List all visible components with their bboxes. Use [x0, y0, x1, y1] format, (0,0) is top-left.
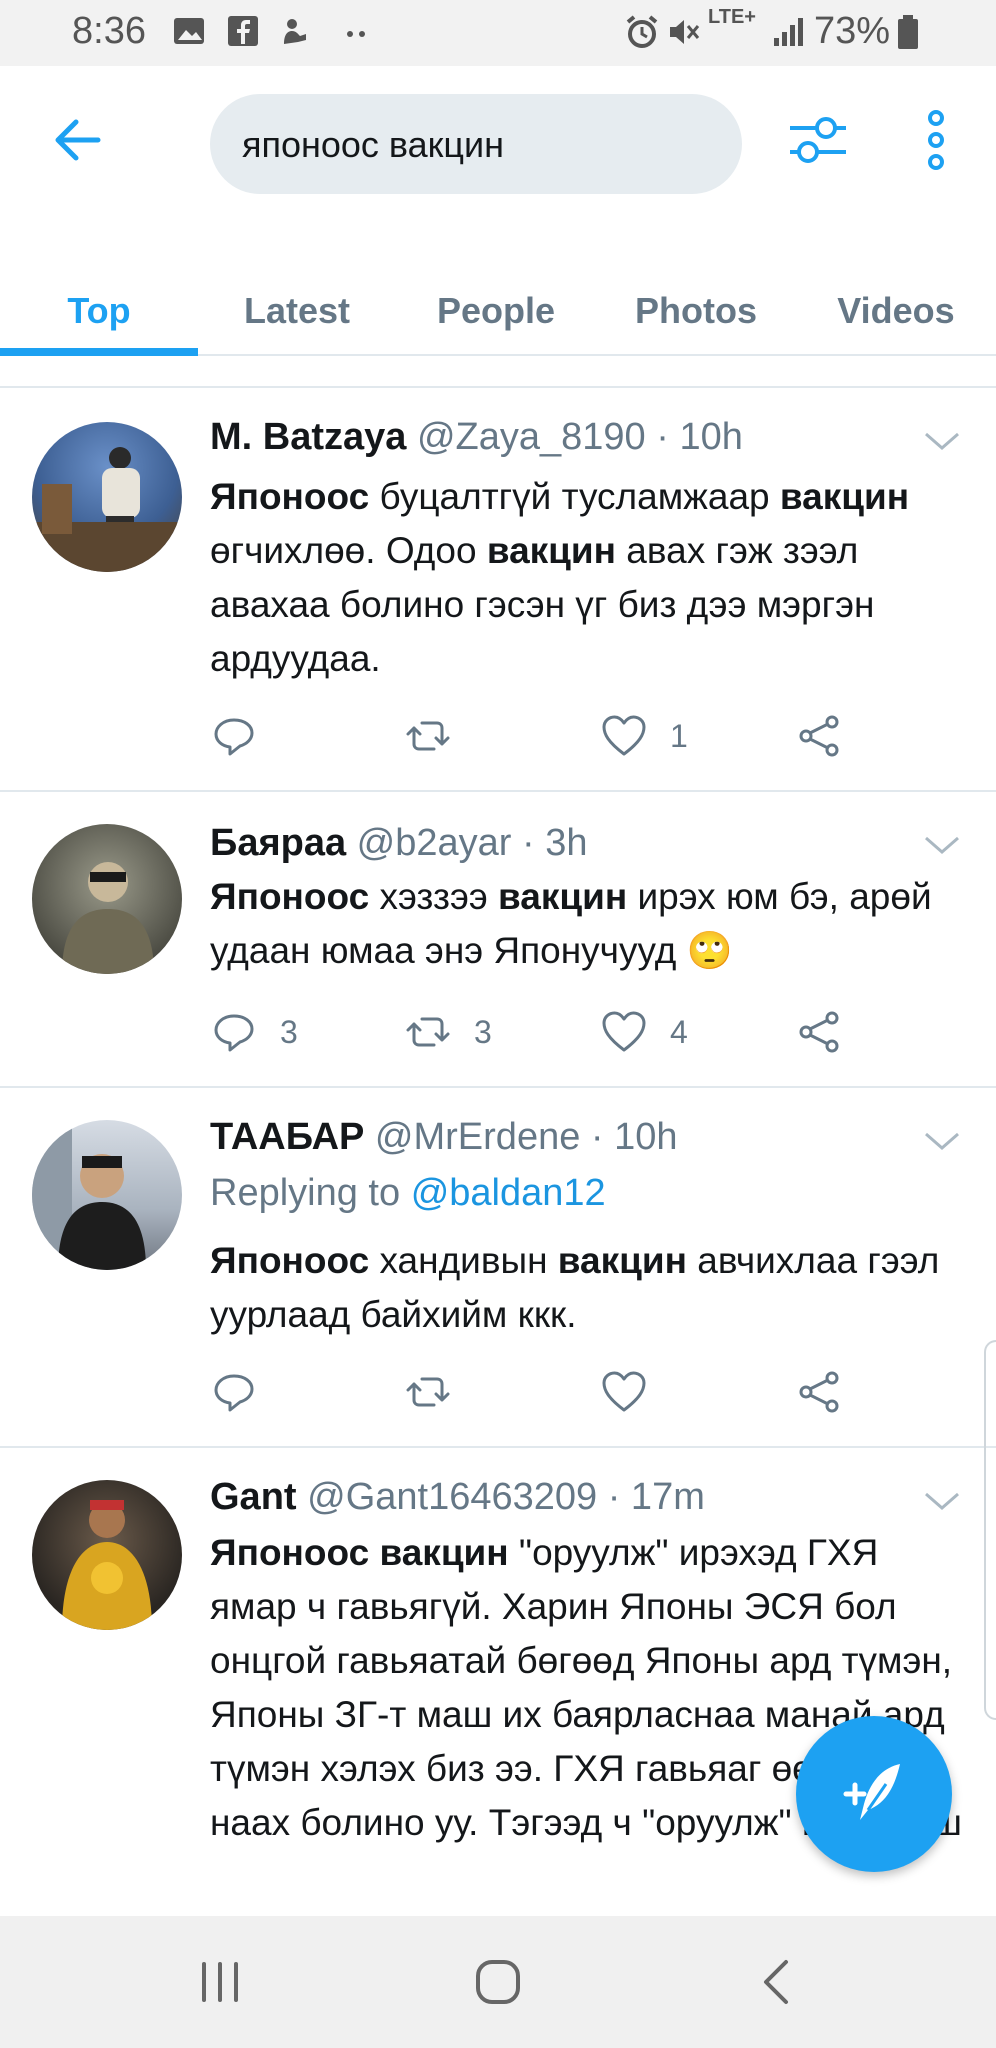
- recent-apps-icon[interactable]: [190, 1952, 250, 2012]
- tweet-actions: 3 3 4: [210, 1002, 860, 1062]
- scrollbar[interactable]: [984, 1340, 996, 1720]
- tab-people[interactable]: People: [396, 266, 596, 356]
- retweet-button[interactable]: [404, 1362, 474, 1422]
- facebook-icon: [228, 16, 258, 46]
- reply-button[interactable]: 3: [210, 1002, 298, 1062]
- tweet-header: M. Batzaya @Zaya_8190 · 10h: [210, 416, 743, 459]
- more-dots-icon: [347, 31, 365, 37]
- like-button[interactable]: 4: [600, 1002, 688, 1062]
- tab-top[interactable]: Top: [0, 266, 198, 356]
- tweet-header: Gant @Gant16463209 · 17m: [210, 1476, 705, 1519]
- like-button[interactable]: [600, 1362, 670, 1422]
- chevron-down-icon[interactable]: [920, 830, 964, 860]
- avatar[interactable]: [32, 1120, 182, 1270]
- author-name[interactable]: Gant: [210, 1476, 297, 1518]
- tweet[interactable]: M. Batzaya @Zaya_8190 · 10h Японоос буца…: [0, 388, 996, 792]
- retweet-button[interactable]: [404, 706, 474, 766]
- chevron-down-icon[interactable]: [920, 426, 964, 456]
- avatar[interactable]: [32, 1480, 182, 1630]
- tweet-time: · 10h: [590, 1116, 678, 1158]
- search-query-text: японоос вакцин: [242, 124, 505, 165]
- tweet-header: ТААБАР @MrErdene · 10h: [210, 1116, 678, 1159]
- tab-photos[interactable]: Photos: [596, 266, 796, 356]
- chevron-down-icon[interactable]: [920, 1486, 964, 1516]
- compose-feather-icon: [843, 1764, 900, 1820]
- author-handle[interactable]: @MrErdene: [375, 1116, 580, 1158]
- tweet-text: Японоос буцалтгүй тусламжаар вакцин өгчи…: [210, 476, 910, 679]
- mute-icon: [670, 20, 700, 44]
- battery-percent: 73%: [814, 10, 891, 52]
- tweet-text: Японоос хэззээ вакцин ирэх юм бэ, арөй у…: [210, 876, 932, 971]
- tweet[interactable]: Баяраа @b2ayar · 3h Японоос хэззээ вакци…: [0, 792, 996, 1088]
- author-name[interactable]: M. Batzaya: [210, 416, 406, 458]
- chevron-down-icon[interactable]: [920, 1126, 964, 1156]
- share-button[interactable]: [796, 1362, 844, 1422]
- like-count: 4: [670, 1013, 688, 1050]
- share-button[interactable]: [796, 706, 844, 766]
- avatar[interactable]: [32, 422, 182, 572]
- reply-button[interactable]: [210, 706, 280, 766]
- more-options-icon[interactable]: [918, 108, 954, 172]
- back-arrow-icon[interactable]: [48, 110, 108, 170]
- heart-icon: [602, 715, 646, 756]
- app-notification-icon: [284, 19, 306, 44]
- system-nav-bar: [0, 1916, 996, 2048]
- search-tabs: Top Latest People Photos Videos: [0, 266, 996, 356]
- retweet-button[interactable]: 3: [404, 1002, 492, 1062]
- replying-to-label: Replying to: [210, 1172, 401, 1214]
- share-button[interactable]: [796, 1002, 844, 1062]
- like-count: 1: [670, 717, 688, 754]
- tweet-time: · 17m: [607, 1476, 705, 1518]
- reply-button[interactable]: [210, 1362, 280, 1422]
- author-name[interactable]: ТААБАР: [210, 1116, 364, 1158]
- replying-to: Replying to @baldan12: [210, 1172, 606, 1215]
- battery-icon: [898, 15, 918, 49]
- reply-icon: [214, 1014, 254, 1052]
- share-icon: [799, 1371, 839, 1413]
- tweet-actions: 1: [210, 706, 860, 766]
- search-filter-icon[interactable]: [786, 108, 850, 172]
- tweet-time: · 10h: [656, 416, 743, 458]
- like-button[interactable]: 1: [600, 706, 688, 766]
- share-icon: [799, 715, 839, 757]
- heart-icon: [602, 1371, 646, 1412]
- author-handle[interactable]: @Gant16463209: [307, 1476, 597, 1518]
- tab-videos[interactable]: Videos: [796, 266, 996, 356]
- reply-mention-link[interactable]: @baldan12: [411, 1172, 606, 1214]
- tweet-time: · 3h: [522, 822, 588, 864]
- author-handle[interactable]: @b2ayar: [357, 822, 512, 864]
- alarm-icon: [626, 15, 658, 48]
- reply-icon: [214, 1374, 254, 1412]
- tweet-actions: [210, 1362, 860, 1422]
- tweet-header: Баяраа @b2ayar · 3h: [210, 822, 587, 865]
- tweet-text: Японоос хандивын вакцин авчихлаа гээл уу…: [210, 1240, 940, 1335]
- retweet-count: 3: [474, 1013, 492, 1050]
- retweet-icon: [406, 1377, 450, 1407]
- home-icon[interactable]: [468, 1952, 528, 2012]
- status-bar: 8:36 LTE+ 73%: [0, 0, 996, 66]
- share-icon: [799, 1011, 839, 1053]
- network-type: LTE+: [708, 6, 756, 28]
- avatar[interactable]: [32, 824, 182, 974]
- image-icon: [174, 18, 204, 44]
- retweet-icon: [406, 1017, 450, 1047]
- signal-icon: [774, 18, 803, 46]
- author-handle[interactable]: @Zaya_8190: [417, 416, 646, 458]
- tab-latest[interactable]: Latest: [198, 266, 396, 356]
- retweet-icon: [406, 721, 450, 751]
- heart-icon: [602, 1011, 646, 1052]
- author-name[interactable]: Баяраа: [210, 822, 346, 864]
- status-time: 8:36: [72, 10, 146, 52]
- search-header: японоос вакцин Top Latest People Photos …: [0, 66, 996, 356]
- compose-tweet-button[interactable]: [796, 1716, 952, 1872]
- back-nav-icon[interactable]: [748, 1952, 808, 2012]
- reply-icon: [214, 718, 254, 756]
- tweet[interactable]: ТААБАР @MrErdene · 10h Replying to @bald…: [0, 1088, 996, 1448]
- reply-count: 3: [280, 1013, 298, 1050]
- active-tab-indicator: [0, 348, 198, 356]
- search-input[interactable]: японоос вакцин: [210, 94, 742, 194]
